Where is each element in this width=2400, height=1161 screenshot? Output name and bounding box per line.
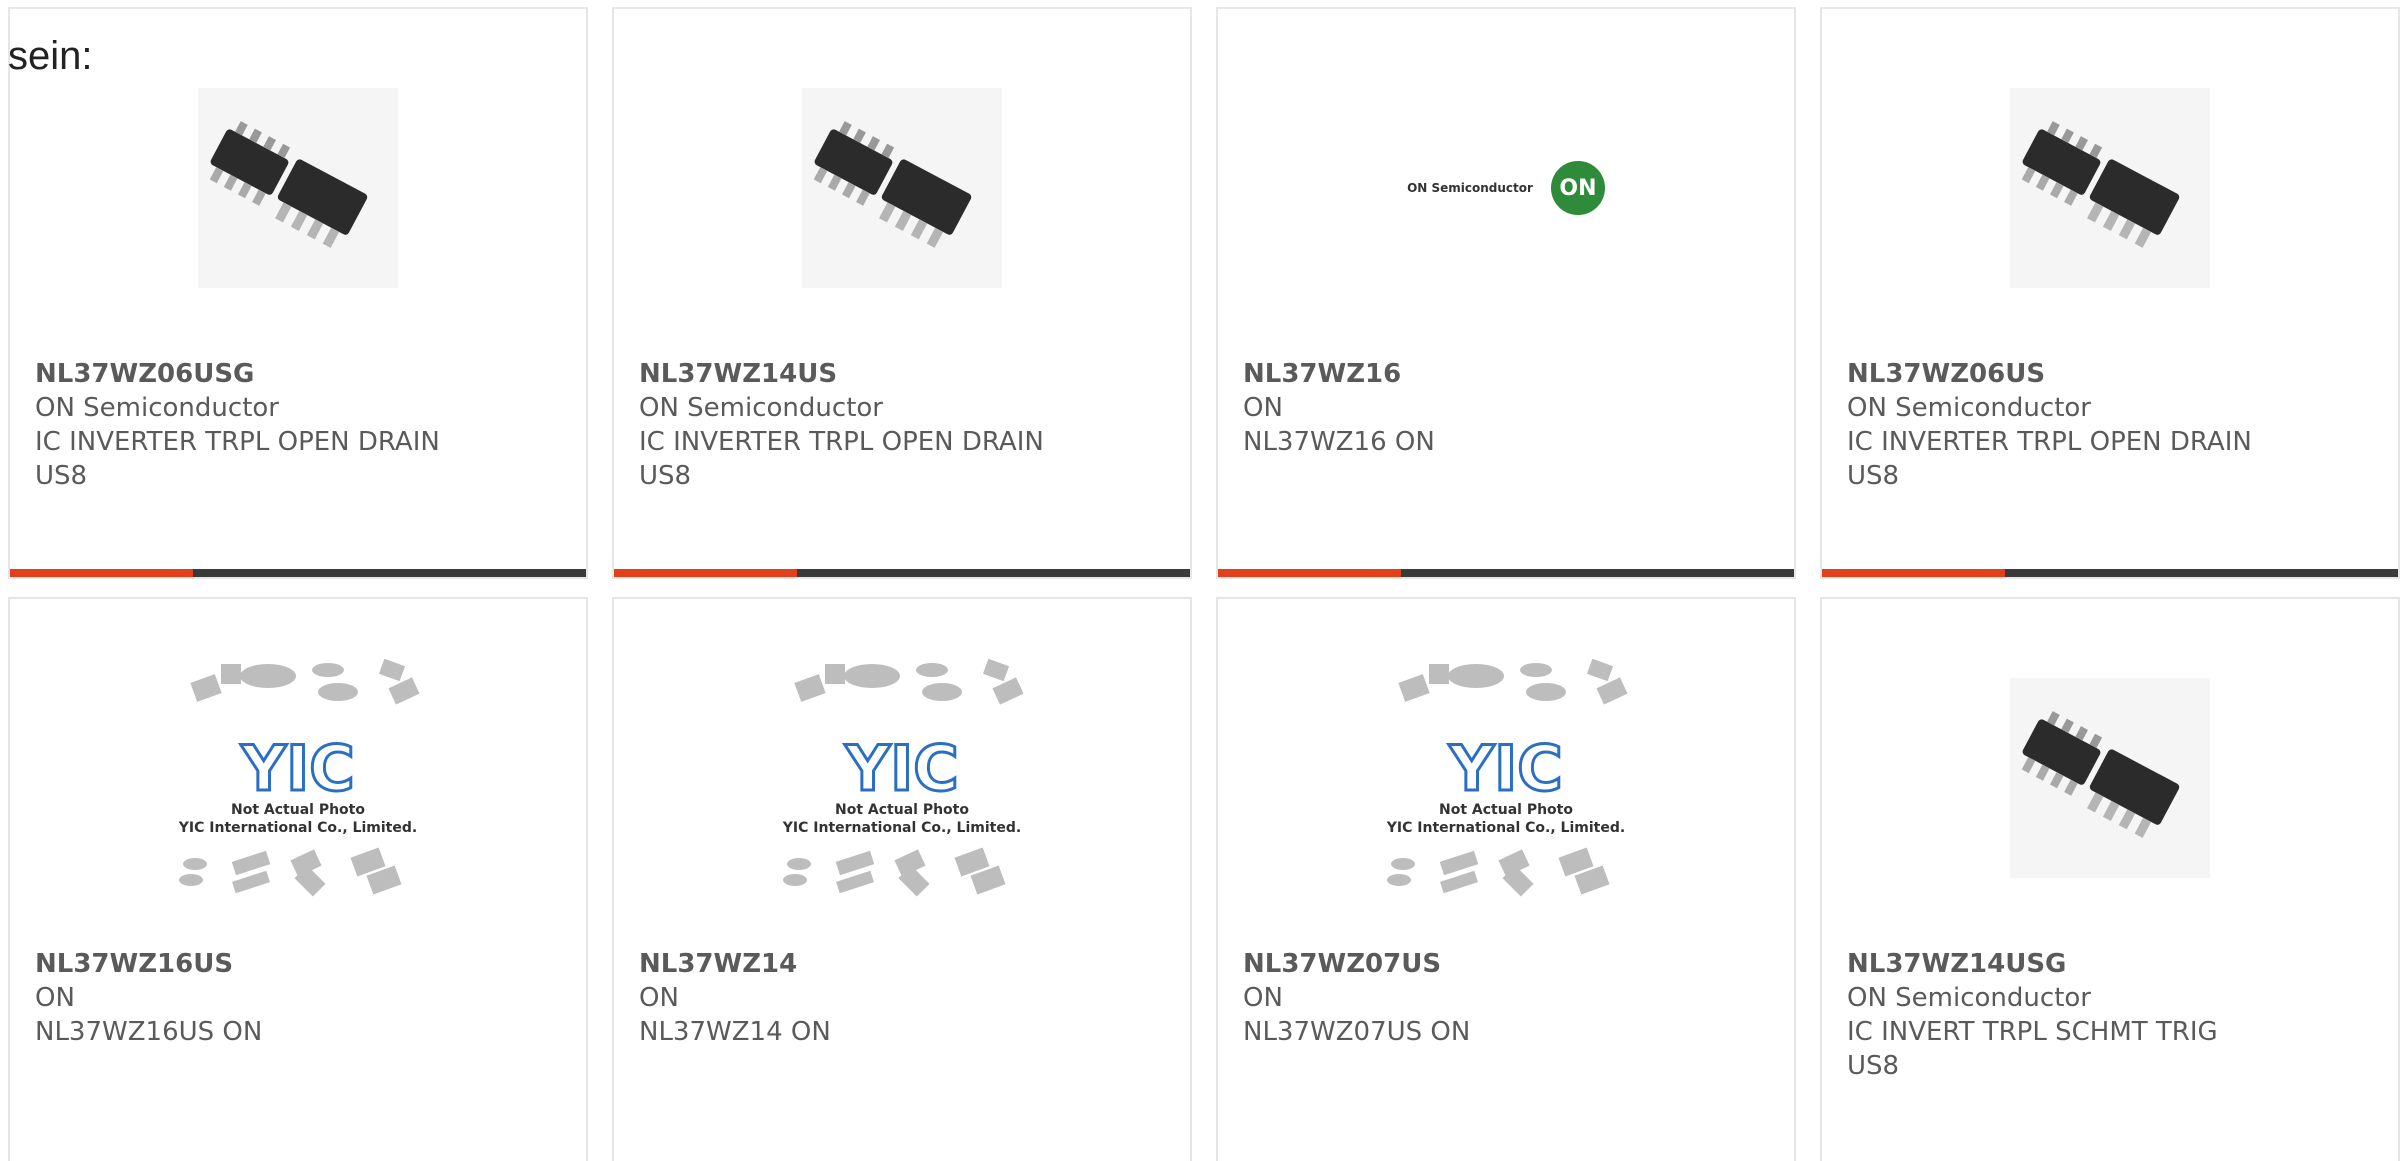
product-card[interactable]: ON Semiconductor ON NL37WZ16 ON NL37WZ16…	[1216, 7, 1796, 579]
intro-text: sein:	[8, 34, 93, 78]
card-bottom-bar	[1822, 569, 2398, 577]
card-bottom-bar	[1218, 569, 1794, 577]
part-number[interactable]: NL37WZ06US	[1847, 357, 2373, 391]
on-logo-icon: ON	[1550, 161, 1605, 215]
product-image[interactable]: YIC Not Actual Photo YIC International C…	[10, 658, 586, 897]
product-image[interactable]	[10, 83, 586, 293]
product-image[interactable]	[1822, 673, 2398, 883]
logo-text: ON Semiconductor	[1407, 181, 1533, 195]
ic-chips-icon	[2010, 88, 2210, 288]
on-logo-badge: ON	[1559, 175, 1597, 201]
manufacturer: ON	[1243, 393, 1283, 423]
product-card[interactable]: YIC Not Actual Photo YIC International C…	[1216, 597, 1796, 1161]
manufacturer: ON Semiconductor	[1847, 393, 2091, 423]
product-card[interactable]: NL37WZ06USG ON Semiconductor IC INVERTER…	[8, 7, 588, 579]
manufacturer: ON	[1243, 983, 1283, 1013]
yic-logo-text: YIC	[844, 732, 958, 805]
product-image[interactable]: ON Semiconductor ON	[1218, 83, 1794, 293]
part-number[interactable]: NL37WZ14	[639, 947, 1165, 981]
description: NL37WZ14 ON	[639, 1017, 831, 1047]
description: IC INVERTER TRPL OPEN DRAIN US8	[639, 427, 1044, 491]
product-image[interactable]: YIC Not Actual Photo YIC International C…	[614, 658, 1190, 897]
placeholder-line-2: YIC International Co., Limited.	[178, 820, 417, 836]
part-number[interactable]: NL37WZ06USG	[35, 357, 561, 391]
product-grid-page: sein: NL37WZ06USG ON Semiconductor IC IN…	[0, 0, 2400, 1161]
placeholder-line-1: Not Actual Photo	[1439, 802, 1573, 818]
part-number[interactable]: NL37WZ16US	[35, 947, 561, 981]
yic-placeholder-image: YIC Not Actual Photo YIC International C…	[178, 658, 420, 897]
product-card[interactable]: YIC Not Actual Photo YIC International C…	[8, 597, 588, 1161]
description: IC INVERTER TRPL OPEN DRAIN US8	[35, 427, 440, 491]
product-card[interactable]: NL37WZ14US ON Semiconductor IC INVERTER …	[612, 7, 1192, 579]
description: IC INVERT TRPL SCHMT TRIG US8	[1847, 1017, 2218, 1081]
card-bottom-bar	[614, 569, 1190, 577]
manufacturer: ON Semiconductor	[1847, 983, 2091, 1013]
description: IC INVERTER TRPL OPEN DRAIN US8	[1847, 427, 2252, 491]
placeholder-line-1: Not Actual Photo	[835, 802, 969, 818]
manufacturer: ON Semiconductor	[35, 393, 279, 423]
placeholder-line-1: Not Actual Photo	[231, 802, 365, 818]
manufacturer: ON	[35, 983, 75, 1013]
ic-chips-icon	[198, 88, 398, 288]
product-image[interactable]	[614, 83, 1190, 293]
part-number[interactable]: NL37WZ16	[1243, 357, 1769, 391]
yic-placeholder-image: YIC Not Actual Photo YIC International C…	[782, 658, 1024, 897]
description: NL37WZ16US ON	[35, 1017, 263, 1047]
yic-logo-text: YIC	[240, 732, 354, 805]
manufacturer: ON	[639, 983, 679, 1013]
on-semiconductor-logo: ON Semiconductor ON	[1407, 161, 1605, 215]
yic-placeholder-image: YIC Not Actual Photo YIC International C…	[1386, 658, 1628, 897]
yic-logo-text: YIC	[1448, 732, 1562, 805]
part-number[interactable]: NL37WZ07US	[1243, 947, 1769, 981]
description: NL37WZ16 ON	[1243, 427, 1435, 457]
card-bottom-bar	[10, 569, 586, 577]
product-card[interactable]: NL37WZ14USG ON Semiconductor IC INVERT T…	[1820, 597, 2400, 1161]
product-image[interactable]	[1822, 83, 2398, 293]
placeholder-line-2: YIC International Co., Limited.	[782, 820, 1021, 836]
part-number[interactable]: NL37WZ14US	[639, 357, 1165, 391]
placeholder-line-2: YIC International Co., Limited.	[1386, 820, 1625, 836]
description: NL37WZ07US ON	[1243, 1017, 1471, 1047]
product-card[interactable]: YIC Not Actual Photo YIC International C…	[612, 597, 1192, 1161]
ic-chips-icon	[802, 88, 1002, 288]
manufacturer: ON Semiconductor	[639, 393, 883, 423]
product-card[interactable]: NL37WZ06US ON Semiconductor IC INVERTER …	[1820, 7, 2400, 579]
ic-chips-icon	[2010, 678, 2210, 878]
part-number[interactable]: NL37WZ14USG	[1847, 947, 2373, 981]
product-image[interactable]: YIC Not Actual Photo YIC International C…	[1218, 658, 1794, 897]
